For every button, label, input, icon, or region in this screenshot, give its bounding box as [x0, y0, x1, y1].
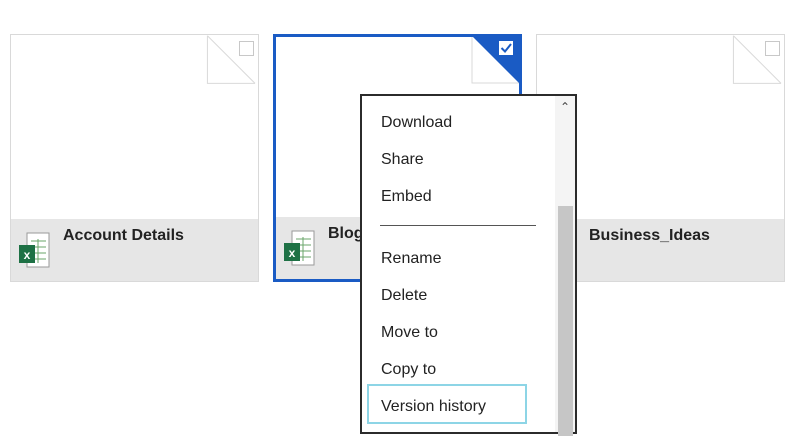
svg-text:x: x [289, 246, 296, 260]
scrollbar-thumb[interactable] [558, 206, 573, 436]
svg-text:x: x [24, 248, 31, 262]
menu-scrollbar[interactable]: ⌃ [555, 96, 575, 436]
excel-file-icon: x [284, 230, 315, 266]
tile-footer: x Account Details [11, 219, 258, 281]
menu-item-download[interactable]: Download [381, 114, 452, 132]
select-checkbox[interactable] [765, 41, 780, 56]
menu-item-delete[interactable]: Delete [381, 287, 427, 305]
document-placeholder-icon [206, 35, 256, 84]
menu-separator [380, 225, 536, 226]
file-name[interactable]: Account Details [63, 227, 184, 245]
menu-item-move-to[interactable]: Move to [381, 324, 438, 342]
menu-item-version-history[interactable]: Version history [381, 398, 486, 416]
chevron-up-icon[interactable]: ⌃ [558, 100, 572, 114]
selected-checkmark-icon[interactable] [472, 36, 520, 84]
menu-item-embed[interactable]: Embed [381, 188, 432, 206]
select-checkbox[interactable] [239, 41, 254, 56]
excel-file-icon: x [19, 232, 50, 268]
file-name[interactable]: Blog [328, 225, 364, 243]
context-menu: ⌃ Download Share Embed Rename Delete Mov… [360, 94, 577, 436]
menu-item-rename[interactable]: Rename [381, 250, 441, 268]
menu-item-copy-to[interactable]: Copy to [381, 361, 436, 379]
file-name[interactable]: Business_Ideas [589, 227, 710, 245]
menu-item-share[interactable]: Share [381, 151, 424, 169]
file-tile-account-details[interactable]: x Account Details [10, 34, 259, 282]
